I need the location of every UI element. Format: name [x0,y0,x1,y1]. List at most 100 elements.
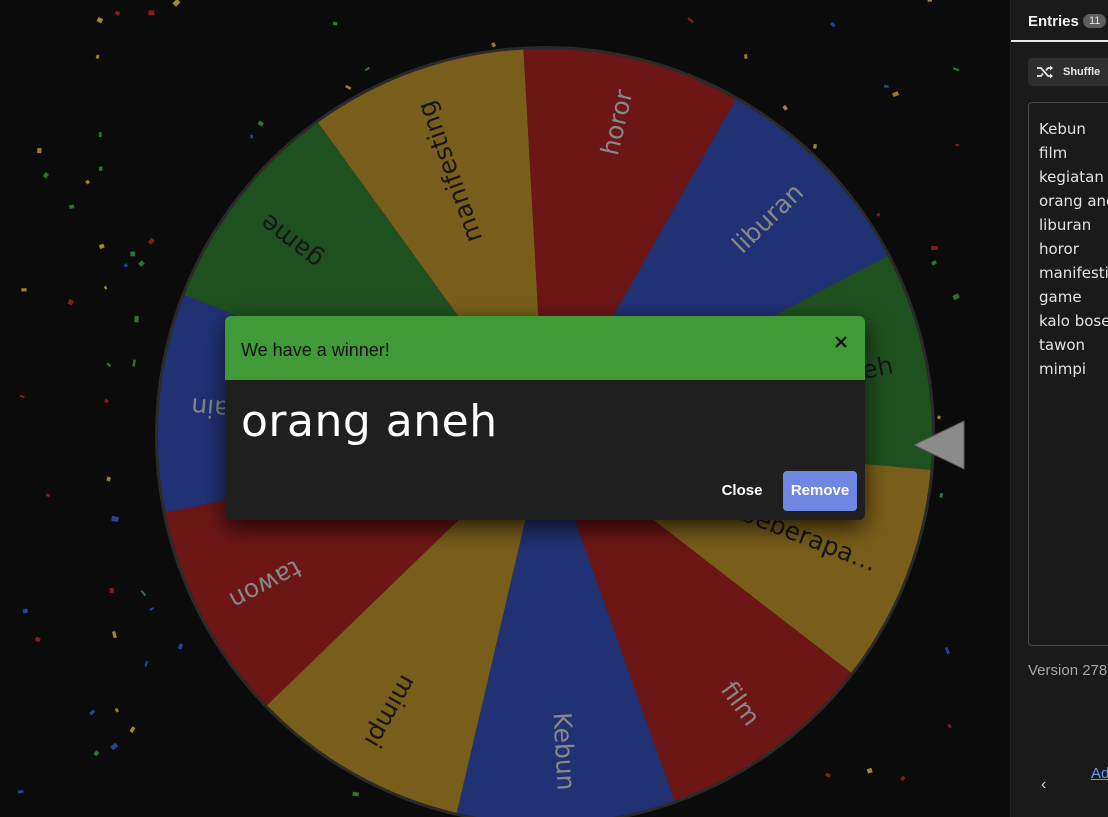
confetti-piece [95,54,100,59]
confetti-piece [931,260,937,266]
close-button[interactable]: Close [715,476,769,506]
entry-item: kalo bosen ngapain [1039,312,1108,330]
entry-item: horor [1039,240,1079,258]
confetti-piece [939,492,944,498]
confetti-piece [147,237,155,245]
confetti-piece [866,767,873,774]
confetti-piece [825,772,831,778]
chevron-left-icon[interactable]: ‹ [1041,776,1046,794]
confetti-piece [883,84,889,88]
confetti-piece [744,54,748,59]
entry-item: kegiatan beberapa… [1039,168,1108,186]
confetti-piece [132,359,136,367]
confetti-piece [140,590,147,597]
confetti-piece [332,21,338,26]
confetti-piece [111,515,119,522]
entries-list: Kebun film kegiatan beberapa… orang aneh lib… [1039,117,1108,381]
winner-dialog-header: We have a winner! [225,316,865,380]
confetti-piece [687,17,694,23]
winner-dialog: We have a winner! orang aneh Close Remov… [225,316,865,520]
confetti-piece [149,607,155,611]
confetti-piece [931,245,938,251]
confetti-piece [148,10,155,16]
confetti-piece [104,398,109,404]
entries-panel: Entries 11 Shuffle Kebun film kegiatan beb… [1010,0,1108,817]
confetti-piece [98,132,102,138]
confetti-piece [952,293,960,301]
confetti-piece [109,587,115,594]
entry-item: Kebun [1039,120,1086,138]
confetti-piece [892,91,900,98]
confetti-piece [19,394,25,398]
confetti-piece [134,315,139,323]
confetti-piece [172,0,181,7]
confetti-piece [876,212,881,217]
confetti-piece [782,105,788,111]
confetti-piece [947,723,952,729]
confetti-piece [123,263,129,268]
confetti-piece [114,10,121,16]
confetti-piece [900,775,906,782]
confetti-piece [927,0,932,2]
confetti-piece [138,260,145,267]
confetti-piece [812,143,818,149]
entry-item: film [1039,144,1068,162]
entry-item: tawon [1039,336,1086,354]
confetti-piece [955,143,960,147]
advanced-link[interactable]: Advanced [1091,765,1108,782]
entry-item: liburan [1039,216,1092,234]
confetti-piece [352,791,360,797]
confetti-piece [944,646,950,655]
confetti-piece [130,251,136,257]
confetti-piece [491,42,497,48]
confetti-piece [89,709,96,716]
confetti-piece [96,17,104,24]
entries-tab[interactable]: Entries 11 [1011,0,1108,42]
confetti-piece [103,285,108,290]
confetti-piece [952,67,960,72]
version-text: Version 278 [1028,662,1108,679]
confetti-piece [17,789,24,794]
shuffle-button-label: Shuffle [1063,66,1101,78]
wheel-pointer-icon [912,420,965,470]
winner-dialog-title: We have a winner! [241,340,390,360]
entry-item: manifesting [1039,264,1108,282]
shuffle-button[interactable]: Shuffle [1028,58,1108,86]
confetti-piece [21,288,27,292]
confetti-piece [42,172,49,179]
shuffle-icon [1037,65,1053,79]
confetti-piece [98,243,105,250]
confetti-piece [98,166,103,171]
confetti-piece [68,204,75,209]
confetti-piece [250,134,254,139]
confetti-piece [936,415,942,420]
entry-item: mimpi [1039,360,1087,378]
entries-count-badge: 11 [1083,14,1107,28]
confetti-piece [85,179,91,185]
confetti-piece [22,608,29,614]
confetti-piece [114,707,120,713]
confetti-piece [93,750,100,757]
confetti-piece [34,636,41,642]
close-icon[interactable] [829,330,853,354]
entries-textarea[interactable]: Kebun film kegiatan beberapa… orang aneh lib… [1028,102,1108,646]
confetti-piece [110,742,119,751]
confetti-piece [106,476,111,482]
confetti-piece [129,726,136,733]
confetti-piece [144,660,149,667]
confetti-piece [257,120,264,127]
confetti-piece [830,21,836,28]
remove-button[interactable]: Remove [783,471,857,511]
confetti-piece [177,643,184,650]
entry-item: game [1039,288,1082,306]
confetti-piece [106,362,112,368]
entry-item: orang aneh [1039,192,1108,210]
confetti-piece [67,298,74,306]
confetti-piece [45,493,51,498]
confetti-piece [37,147,42,154]
confetti-piece [112,631,117,639]
confetti-piece [364,66,370,72]
entries-tab-label: Entries [1028,13,1079,30]
confetti-piece [345,84,352,90]
winner-name: orang aneh [241,396,498,447]
